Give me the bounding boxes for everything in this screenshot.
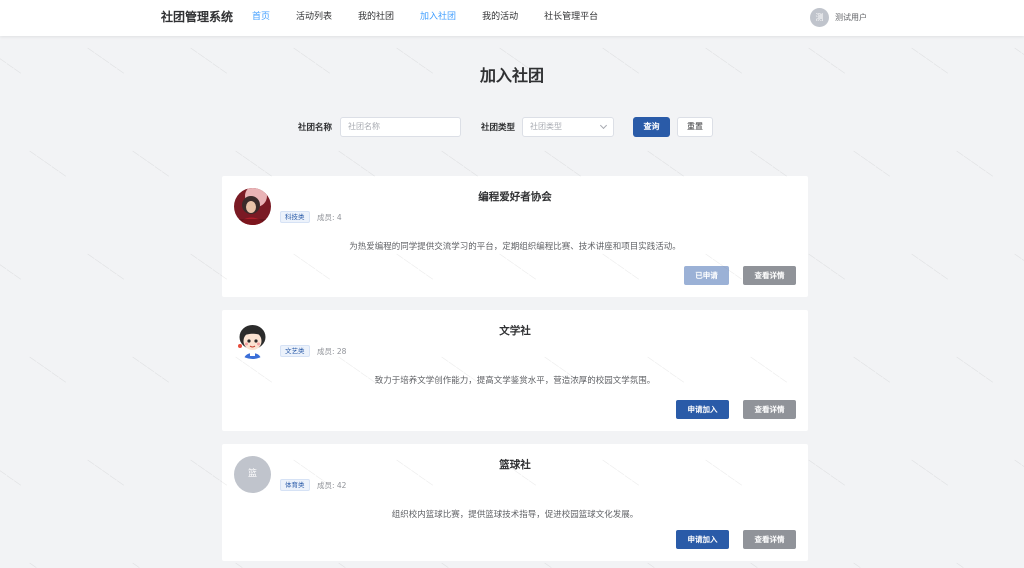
watermark-mark: ————— [1011, 249, 1024, 285]
watermark-mark: ————— [26, 146, 69, 182]
watermark-mark: ————— [850, 559, 893, 568]
user-menu[interactable]: 测 测试用户 [810, 7, 867, 27]
club-type-tag: 体育类 [280, 479, 310, 491]
watermark-mark: ————— [850, 352, 893, 388]
club-member-count: 成员: 42 [317, 481, 347, 490]
club-name-label: 社团名称 [298, 123, 333, 133]
nav-item-my-clubs[interactable]: 我的社团 [358, 0, 394, 36]
watermark-mark: ————— [26, 559, 69, 568]
club-card: 篮 篮球社 体育类 成员: 42 组织校内篮球比赛，提供篮球技术指导，促进校园篮… [222, 444, 808, 561]
watermark-mark: ————— [953, 352, 996, 388]
club-type-tag: 文艺类 [280, 345, 310, 357]
watermark-mark: ————— [129, 146, 172, 182]
club-name-input[interactable]: 社团名称 [340, 117, 461, 137]
brand-title: 社团管理系统 [161, 10, 234, 24]
club-description: 为热爱编程的同学提供交流学习的平台，定期组织编程比赛、技术讲座和项目实践活动。 [349, 242, 681, 252]
club-member-count: 成员: 28 [317, 347, 347, 356]
nav-item-home[interactable]: 首页 [252, 0, 270, 36]
nav-item-join-club[interactable]: 加入社团 [420, 0, 456, 36]
view-details-button[interactable]: 查看详情 [743, 266, 796, 285]
nav-item-president-platform[interactable]: 社长管理平台 [544, 0, 598, 36]
watermark-mark: ————— [953, 559, 996, 568]
watermark-mark: ————— [0, 249, 24, 285]
club-description: 组织校内篮球比赛，提供篮球技术指导，促进校园篮球文化发展。 [391, 510, 639, 520]
watermark-mark: ————— [953, 146, 996, 182]
nav-menu: 首页 活动列表 我的社团 加入社团 我的活动 社长管理平台 [252, 0, 624, 36]
apply-join-button[interactable]: 申请加入 [676, 400, 729, 419]
watermark-mark: ————— [0, 455, 24, 491]
club-card: 编程爱好者协会 科技类 成员: 4 为热爱编程的同学提供交流学习的平台，定期组织… [222, 176, 808, 297]
watermark-mark: ————— [129, 559, 172, 568]
club-card: 文学社 文艺类 成员: 28 致力于培养文学创作能力，提高文学鉴赏水平，营造浓厚… [222, 310, 808, 431]
club-type-tag: 科技类 [280, 211, 310, 223]
watermark-mark: ————— [84, 455, 127, 491]
nav-item-activity-list[interactable]: 活动列表 [296, 0, 332, 36]
club-name: 篮球社 [499, 459, 531, 471]
club-description: 致力于培养文学创作能力，提高文学鉴赏水平，营造浓厚的校园文学氛围。 [374, 376, 656, 386]
club-type-placeholder: 社团类型 [530, 122, 562, 131]
top-navbar: 社团管理系统 首页 活动列表 我的社团 加入社团 我的活动 社长管理平台 测 测… [0, 0, 1024, 36]
applied-button[interactable]: 已申请 [684, 266, 729, 285]
chevron-down-icon [599, 121, 608, 130]
watermark-mark: ————— [850, 146, 893, 182]
watermark-mark: ————— [129, 352, 172, 388]
club-name-placeholder: 社团名称 [348, 122, 380, 131]
watermark-mark: ————— [805, 249, 848, 285]
watermark-mark: ————— [26, 352, 69, 388]
nav-item-my-activities[interactable]: 我的活动 [482, 0, 518, 36]
view-details-button[interactable]: 查看详情 [743, 530, 796, 549]
club-type-label: 社团类型 [481, 123, 516, 133]
watermark-mark: ————— [908, 455, 951, 491]
watermark-mark: ————— [908, 249, 951, 285]
club-type-select[interactable]: 社团类型 [522, 117, 614, 137]
apply-join-button[interactable]: 申请加入 [676, 530, 729, 549]
club-name: 文学社 [499, 325, 531, 337]
watermark-mark: ————— [805, 455, 848, 491]
page-title: 加入社团 [479, 66, 544, 85]
reset-button[interactable]: 重置 [677, 117, 713, 137]
club-member-count: 成员: 4 [317, 213, 342, 222]
user-name[interactable]: 测试用户 [835, 12, 867, 23]
query-button[interactable]: 查询 [633, 117, 670, 137]
watermark-mark: ————— [84, 249, 127, 285]
search-form: 社团名称 社团名称 社团类型 社团类型 查询 重置 [0, 117, 1024, 137]
view-details-button[interactable]: 查看详情 [743, 400, 796, 419]
user-avatar[interactable]: 测 [810, 7, 829, 27]
watermark-mark: ————— [1011, 455, 1024, 491]
club-name: 编程爱好者协会 [478, 191, 552, 203]
